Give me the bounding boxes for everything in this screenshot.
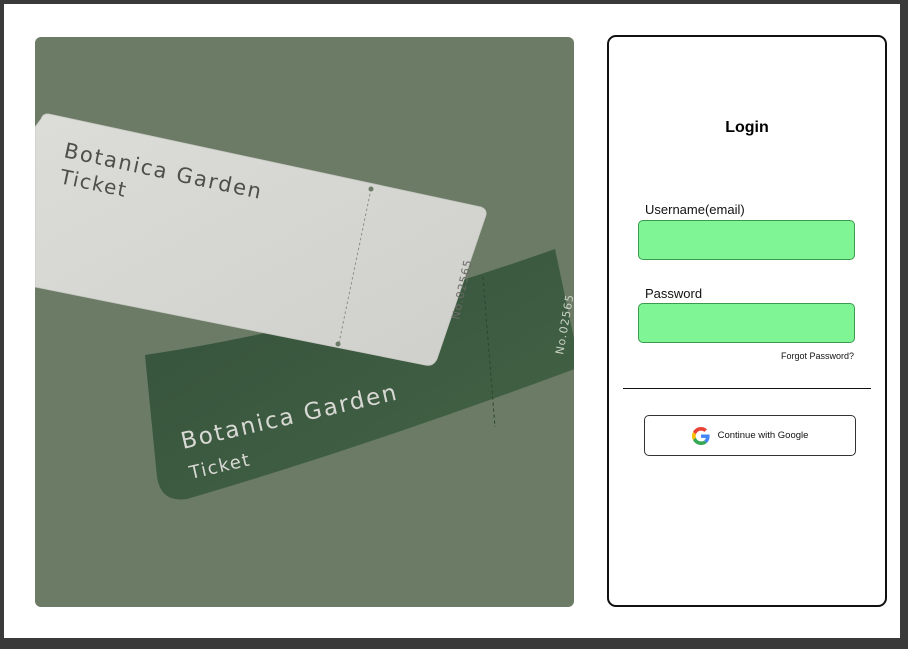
page-frame: Botanica Garden Ticket No.02565 Botanica…: [4, 4, 900, 638]
hero-image: Botanica Garden Ticket No.02565 Botanica…: [35, 37, 574, 607]
continue-with-google-button[interactable]: Continue with Google: [644, 415, 856, 456]
password-label: Password: [645, 286, 703, 301]
ticket-illustration: Botanica Garden Ticket No.02565 Botanica…: [35, 113, 574, 500]
forgot-password-link[interactable]: Forgot Password?: [781, 351, 854, 361]
google-button-label: Continue with Google: [717, 430, 809, 441]
google-icon: [691, 426, 710, 445]
divider: [623, 388, 871, 389]
username-input[interactable]: [638, 220, 855, 260]
front-ticket: Botanica Garden Ticket No.02565: [35, 113, 487, 366]
password-input[interactable]: [638, 303, 855, 343]
username-label: Username(email): [645, 202, 745, 217]
login-title: Login: [725, 119, 769, 136]
login-card: Login Username(email) Password Forgot Pa…: [607, 35, 887, 607]
